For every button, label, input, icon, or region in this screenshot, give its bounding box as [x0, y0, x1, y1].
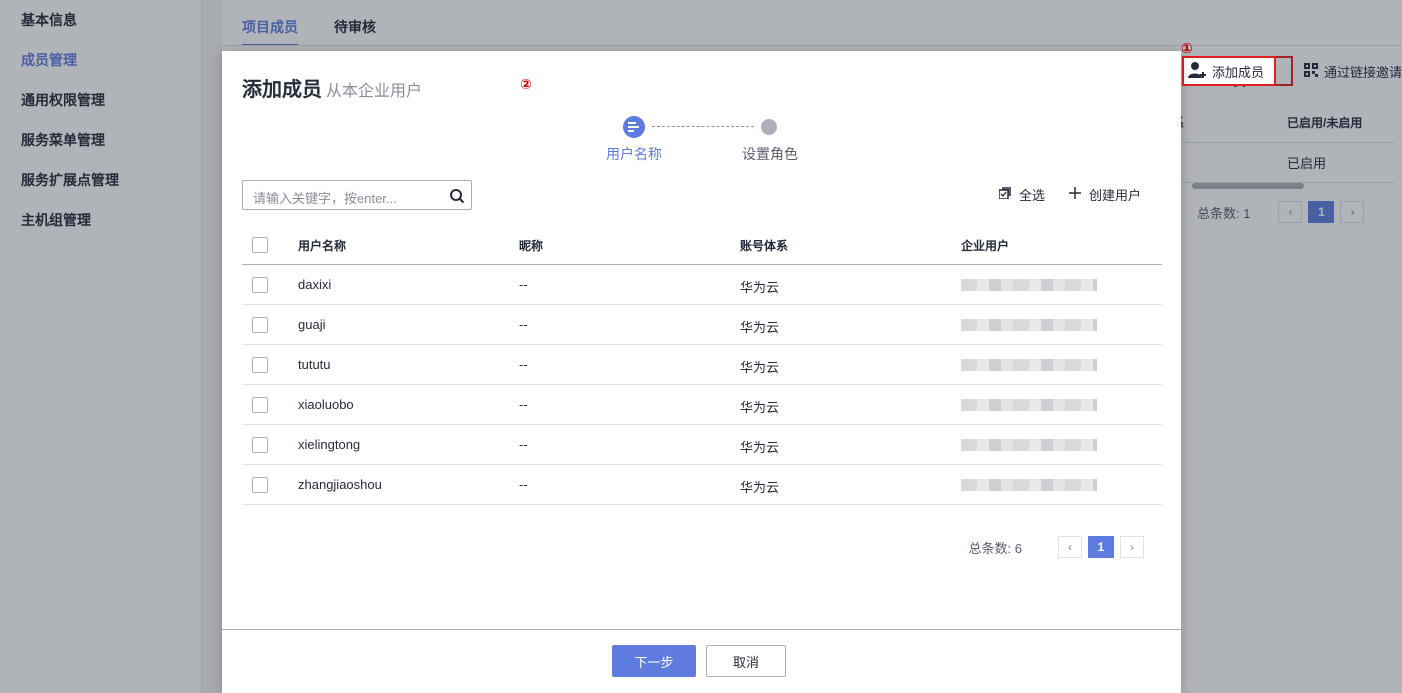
cell-enterprise-user-redacted	[961, 439, 1097, 451]
add-member-button-highlighted[interactable]: 添加成员	[1182, 56, 1277, 86]
cell-account-system: 华为云	[740, 320, 780, 335]
chevron-right-icon: ›	[1130, 540, 1134, 554]
search-icon[interactable]	[449, 188, 465, 204]
stepper: 用户名称 设置角色	[604, 116, 804, 166]
row-checkbox[interactable]	[252, 477, 268, 493]
dialog-subtitle: 从本企业用户	[326, 83, 423, 100]
pagination: 总条数: 6 ‹ 1 ›	[969, 536, 1144, 558]
current-page[interactable]: 1	[1088, 536, 1114, 558]
next-page-button[interactable]: ›	[1120, 536, 1144, 558]
dialog-title: 添加成员	[242, 79, 322, 101]
cell-nickname: --	[519, 437, 528, 452]
select-all-button[interactable]: 全选	[998, 185, 1045, 204]
cell-username: xielingtong	[298, 437, 361, 452]
cell-enterprise-user-redacted	[961, 319, 1097, 331]
row-checkbox[interactable]	[252, 357, 268, 373]
step-marker-2: ②	[520, 76, 532, 92]
create-user-label: 创建用户	[1088, 188, 1141, 203]
prev-page-button[interactable]: ‹	[1058, 536, 1082, 558]
table-row[interactable]: xielingtong -- 华为云	[242, 425, 1162, 465]
step-list-icon	[628, 120, 640, 135]
search-input[interactable]: 请输入关键字，按enter...	[242, 180, 472, 210]
step-2-label: 设置角色	[742, 146, 798, 162]
plus-icon	[1068, 187, 1081, 202]
row-checkbox[interactable]	[252, 277, 268, 293]
column-header-enterprise-user: 企业用户	[961, 239, 1010, 253]
table-header-row: 用户名称 昵称 账号体系 企业用户	[242, 225, 1162, 265]
cancel-button[interactable]: 取消	[706, 645, 786, 677]
cell-enterprise-user-redacted	[961, 479, 1097, 491]
table-row[interactable]: tututu -- 华为云	[242, 345, 1162, 385]
column-header-nickname: 昵称	[519, 239, 544, 253]
column-header-username: 用户名称	[298, 239, 347, 253]
cell-username: zhangjiaoshou	[298, 477, 382, 492]
cell-enterprise-user-redacted	[961, 399, 1097, 411]
step-1-dot	[623, 116, 645, 138]
cell-account-system: 华为云	[740, 360, 780, 375]
cell-account-system: 华为云	[740, 440, 780, 455]
step-connector	[652, 126, 754, 127]
table-row[interactable]: guaji -- 华为云	[242, 305, 1162, 345]
step-1-label: 用户名称	[606, 146, 662, 162]
row-checkbox[interactable]	[252, 437, 268, 453]
dialog-footer: 下一步 取消	[222, 629, 1181, 693]
add-user-icon	[1188, 61, 1208, 82]
row-checkbox[interactable]	[252, 397, 268, 413]
select-all-label: 全选	[1018, 188, 1045, 203]
column-header-account-system: 账号体系	[740, 239, 789, 253]
cell-nickname: --	[519, 397, 528, 412]
cell-account-system: 华为云	[740, 400, 780, 415]
table-row[interactable]: zhangjiaoshou -- 华为云	[242, 465, 1162, 505]
cell-nickname: --	[519, 277, 528, 292]
add-member-label: 添加成员	[1212, 64, 1265, 80]
table-row[interactable]: daxixi -- 华为云	[242, 265, 1162, 305]
cell-nickname: --	[519, 477, 528, 492]
cell-nickname: --	[519, 317, 528, 332]
select-all-icon	[998, 187, 1011, 202]
cell-enterprise-user-redacted	[961, 359, 1097, 371]
table-row[interactable]: xiaoluobo -- 华为云	[242, 385, 1162, 425]
cell-account-system: 华为云	[740, 280, 780, 295]
cell-username: xiaoluobo	[298, 397, 354, 412]
user-table: 用户名称 昵称 账号体系 企业用户 daxixi -- 华为云 guaji --…	[242, 225, 1162, 505]
table-toolbar: 全选 创建用户	[998, 185, 1141, 204]
add-member-dialog: 添加成员 从本企业用户 ② 用户名称 设置角色 请输入关键字，按enter...…	[222, 51, 1181, 693]
create-user-button[interactable]: 创建用户	[1068, 185, 1141, 204]
step-marker-1-front: ①	[1181, 40, 1193, 56]
select-all-checkbox[interactable]	[252, 237, 268, 253]
cell-username: tututu	[298, 357, 331, 372]
cell-nickname: --	[519, 357, 528, 372]
step-2-dot	[761, 119, 777, 135]
next-step-button[interactable]: 下一步	[612, 645, 696, 677]
row-checkbox[interactable]	[252, 317, 268, 333]
cell-enterprise-user-redacted	[961, 279, 1097, 291]
cell-account-system: 华为云	[740, 480, 780, 495]
search-placeholder: 请输入关键字，按enter...	[253, 191, 397, 206]
chevron-left-icon: ‹	[1068, 540, 1072, 554]
cell-username: guaji	[298, 317, 326, 332]
total-count: 总条数: 6	[968, 540, 1022, 556]
cell-username: daxixi	[298, 277, 332, 292]
